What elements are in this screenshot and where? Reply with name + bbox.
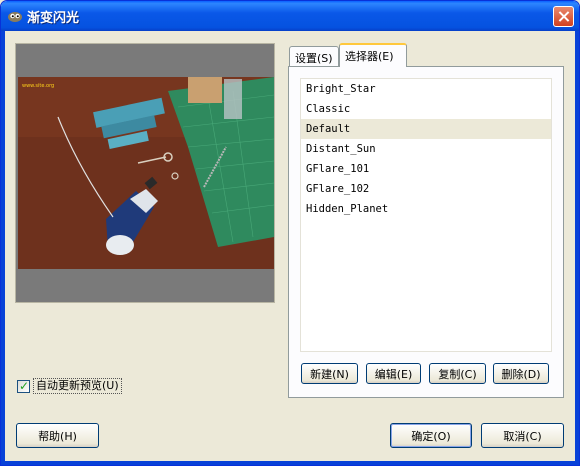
list-item[interactable]: Hidden_Planet (301, 199, 551, 219)
new-button[interactable]: 新建(N) (301, 363, 358, 384)
list-item[interactable]: Distant_Sun (301, 139, 551, 159)
preview-frame: www.site.org (15, 43, 275, 303)
auto-preview-label[interactable]: 自动更新预览(U) (33, 378, 122, 394)
help-button[interactable]: 帮助(H) (16, 423, 99, 448)
preview-image: www.site.org (18, 77, 274, 269)
window-border-left (1, 31, 5, 465)
checkmark-icon: ✓ (19, 379, 30, 393)
cancel-button[interactable]: 取消(C) (481, 423, 564, 448)
gflare-list[interactable]: Bright_Star Classic Default Distant_Sun … (300, 78, 552, 352)
title-bar[interactable]: 渐变闪光 (1, 1, 579, 31)
auto-preview-checkbox[interactable]: ✓ (17, 379, 30, 393)
copy-button[interactable]: 复制(C) (429, 363, 486, 384)
window-border-right (575, 31, 579, 465)
ok-button[interactable]: 确定(O) (390, 423, 472, 448)
window-title: 渐变闪光 (27, 11, 80, 26)
list-item[interactable]: Classic (301, 99, 551, 119)
delete-button[interactable]: 删除(D) (493, 363, 549, 384)
list-item[interactable]: GFlare_102 (301, 179, 551, 199)
close-button[interactable] (553, 6, 574, 27)
list-item[interactable]: Bright_Star (301, 79, 551, 99)
preview-photo: www.site.org (18, 77, 274, 269)
tab-selector[interactable]: 选择器(E) (339, 43, 407, 67)
dialog-window: 渐变闪光 www.site.org 设置(S) 选择器(E) Bright_St… (0, 0, 580, 466)
gimp-icon (8, 12, 22, 22)
svg-text:www.site.org: www.site.org (22, 83, 54, 89)
tab-settings[interactable]: 设置(S) (289, 46, 339, 67)
edit-button[interactable]: 编辑(E) (366, 363, 421, 384)
list-item[interactable]: GFlare_101 (301, 159, 551, 179)
window-border-bottom (1, 461, 579, 465)
list-item-selected[interactable]: Default (301, 119, 551, 139)
